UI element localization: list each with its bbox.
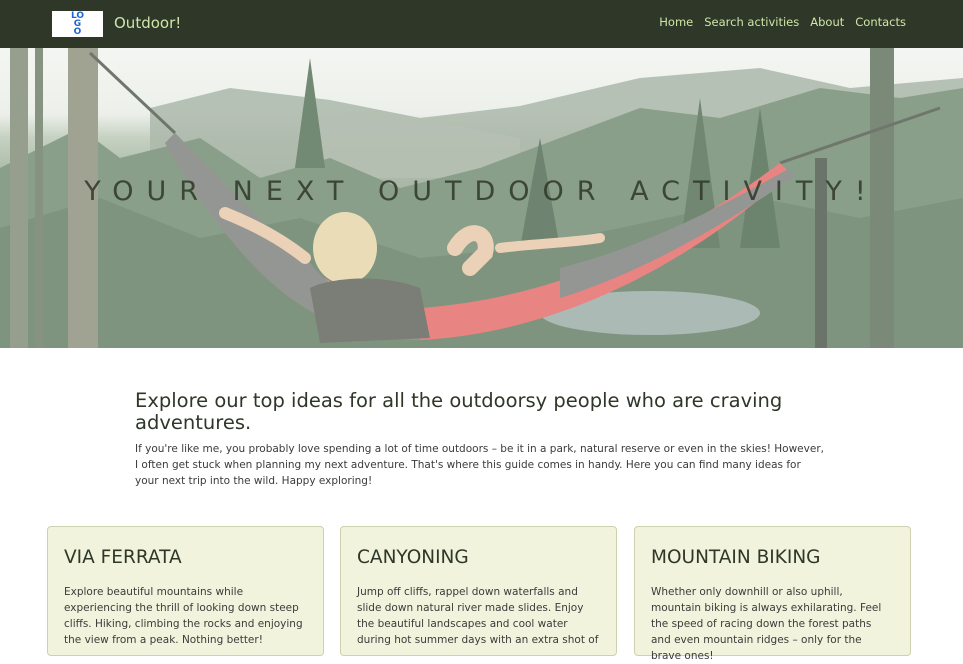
logo[interactable]: LOGO <box>52 11 103 37</box>
intro-heading: Explore our top ideas for all the outdoo… <box>135 389 783 434</box>
hero-banner: YOUR NEXT OUTDOOR ACTIVITY! <box>0 48 963 348</box>
card-canyoning[interactable]: CANYONING Jump off cliffs, rappel down w… <box>340 526 617 656</box>
card-text: Whether only downhill or also uphill, mo… <box>651 586 882 662</box>
card-via-ferrata[interactable]: VIA FERRATA Explore beautiful mountains … <box>47 526 324 656</box>
card-title: CANYONING <box>357 547 469 568</box>
brand-name[interactable]: Outdoor! <box>114 14 181 32</box>
card-title: MOUNTAIN BIKING <box>651 547 821 568</box>
nav-links: Home Search activities About Contacts <box>659 15 906 29</box>
nav-contacts[interactable]: Contacts <box>855 15 906 29</box>
logo-text: LOGO <box>70 11 85 37</box>
card-title: VIA FERRATA <box>64 547 182 568</box>
intro-section: Explore our top ideas for all the outdoo… <box>135 390 825 489</box>
nav-home[interactable]: Home <box>659 15 693 29</box>
activity-cards: VIA FERRATA Explore beautiful mountains … <box>47 526 911 662</box>
intro-body: If you're like me, you probably love spe… <box>135 443 824 487</box>
card-text: Jump off cliffs, rappel down waterfalls … <box>357 586 599 646</box>
card-mountain-biking[interactable]: MOUNTAIN BIKING Whether only downhill or… <box>634 526 911 662</box>
nav-search-activities[interactable]: Search activities <box>704 15 799 29</box>
card-text: Explore beautiful mountains while experi… <box>64 586 303 646</box>
top-navbar: LOGO Outdoor! Home Search activities Abo… <box>0 0 963 48</box>
nav-about[interactable]: About <box>810 15 844 29</box>
hero-title: YOUR NEXT OUTDOOR ACTIVITY! <box>84 176 879 207</box>
